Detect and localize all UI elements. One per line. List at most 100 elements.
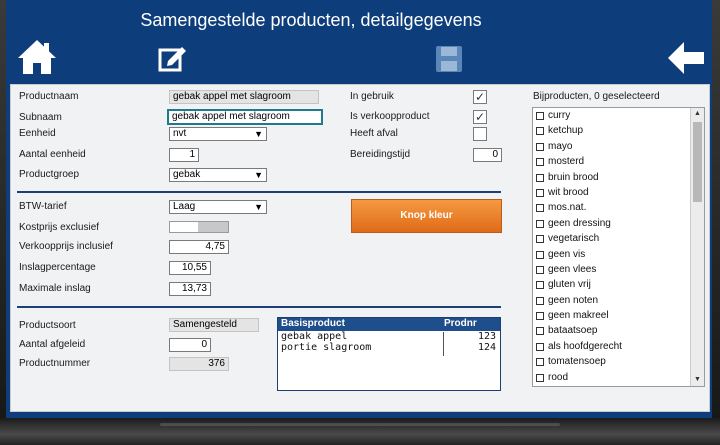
btw-dropdown[interactable]: Laag ▼ [169,200,267,214]
checkbox-icon[interactable] [536,312,544,321]
list-item[interactable]: tomatensoep [533,354,704,369]
back-arrow-icon[interactable] [666,40,706,76]
verkoopproduct-label: Is verkoopproduct [350,111,430,122]
checkbox-icon[interactable] [536,296,544,305]
bereidingstijd-label: Bereidingstijd [350,149,411,160]
checkbox-icon[interactable] [536,250,544,259]
list-item-label: geen vlees [548,263,597,275]
list-item[interactable]: bataatsoep [533,323,704,338]
subnaam-field[interactable]: gebak appel met slagroom [167,109,323,125]
list-item-label: tomatensoep [548,356,606,368]
list-item[interactable]: geen dressing [533,216,704,231]
cell-prodnr: 123 [477,331,496,342]
verkoopproduct-checkbox[interactable]: ✓ [473,110,487,124]
checkbox-icon[interactable] [536,373,544,382]
list-item[interactable]: ketchup [533,123,704,138]
list-item[interactable]: mosterd [533,154,704,169]
list-item[interactable]: curry [533,108,704,123]
checkbox-icon[interactable] [536,281,544,290]
checkbox-icon[interactable] [536,358,544,367]
chevron-down-icon: ▼ [254,170,263,180]
productgroep-label: Productgroep [19,169,80,180]
checkbox-icon[interactable] [536,173,544,182]
list-item[interactable]: geen vlees [533,262,704,277]
checkbox-icon[interactable] [536,142,544,151]
list-item-label: rood [548,371,569,383]
scroll-up-icon[interactable]: ▲ [691,108,704,120]
list-item[interactable]: mayo [533,139,704,154]
checkbox-icon[interactable] [536,265,544,274]
aantal-eenheid-label: Aantal eenheid [19,149,86,160]
list-item-label: mayo [548,140,573,152]
save-icon[interactable] [434,44,464,74]
aantal-afgeleid-label: Aantal afgeleid [19,339,86,350]
checkbox-icon[interactable] [536,235,544,244]
heeft-afval-checkbox[interactable] [473,127,487,141]
checkbox-icon[interactable] [536,204,544,213]
chevron-down-icon: ▼ [254,129,263,139]
table-row[interactable]: gebak appel 123 [278,331,500,342]
column-divider [443,332,444,356]
window-title: Samengestelde producten, detailgegevens [140,10,482,30]
list-item[interactable]: geen noten [533,293,704,308]
aantal-afgeleid-field[interactable]: 0 [169,338,211,352]
list-item[interactable]: geen makreel [533,308,704,323]
checkbox-icon[interactable] [536,127,544,136]
checkbox-icon[interactable] [536,327,544,336]
productnummer-field: 376 [169,357,229,371]
scroll-thumb[interactable] [693,122,702,202]
table-row[interactable]: portie slagroom 124 [278,342,500,353]
detail-panel: Productnaam gebak appel met slagroom Sub… [10,84,710,412]
inslag-field[interactable]: 10,55 [169,261,211,275]
cell-product: gebak appel [281,331,348,342]
verkoopprijs-field[interactable]: 4,75 [169,240,229,254]
bijproducten-list[interactable]: curry ketchup mayo mosterd bruin brood w… [532,107,705,387]
productnaam-field[interactable]: gebak appel met slagroom [169,90,319,104]
list-item[interactable]: mos.nat. [533,200,704,215]
bereidingstijd-field[interactable]: 0 [473,148,502,162]
list-item[interactable]: als hoofdgerecht [533,339,704,354]
chevron-down-icon: ▼ [254,202,263,212]
checkbox-icon[interactable] [536,112,544,120]
list-item[interactable]: gluten vrij [533,277,704,292]
table-header: Basisproduct Prodnr [278,318,500,331]
btw-value: Laag [173,201,196,212]
list-item[interactable]: wit brood [533,185,704,200]
in-gebruik-checkbox[interactable]: ✓ [473,90,487,104]
knop-kleur-button[interactable]: Knop kleur [351,199,502,233]
list-item-label: mosterd [548,156,585,168]
list-scrollbar[interactable]: ▲ ▼ [690,108,704,386]
productgroep-dropdown[interactable]: gebak ▼ [169,168,267,182]
scroll-down-icon[interactable]: ▼ [691,374,704,386]
home-icon[interactable] [16,38,58,76]
list-item-label: ketchup [548,125,584,137]
kostprijs-label: Kostprijs exclusief [19,222,100,233]
heeft-afval-label: Heeft afval [350,128,398,139]
aantal-eenheid-field[interactable]: 1 [169,148,199,162]
list-item-label: mos.nat. [548,202,587,214]
checkbox-icon[interactable] [536,188,544,197]
stand-highlight [160,423,560,426]
max-inslag-label: Maximale inslag [19,283,91,294]
list-item-label: geen vis [548,248,586,260]
list-item[interactable]: vegetarisch [533,231,704,246]
checkbox-icon[interactable] [536,219,544,228]
bijproducten-header: Bijproducten, 0 geselecteerd [533,91,660,102]
list-item[interactable]: geen vis [533,247,704,262]
eenheid-label: Eenheid [19,128,56,139]
checkbox-icon[interactable] [536,342,544,351]
list-item-label: wit brood [548,186,589,198]
list-item[interactable]: rood [533,370,704,385]
kostprijs-toggle[interactable] [169,221,229,233]
list-item[interactable]: bruin brood [533,170,704,185]
list-item-label: als hoofdgerecht [548,340,622,352]
max-inslag-field[interactable]: 13,73 [169,282,211,296]
list-item-label: gluten vrij [548,279,591,291]
subnaam-label: Subnaam [19,112,62,123]
list-item-label: geen dressing [548,217,611,229]
edit-icon[interactable] [158,44,188,74]
checkbox-icon[interactable] [536,158,544,167]
productnaam-label: Productnaam [19,91,79,102]
eenheid-dropdown[interactable]: nvt ▼ [169,127,267,141]
productsoort-label: Productsoort [19,320,76,331]
